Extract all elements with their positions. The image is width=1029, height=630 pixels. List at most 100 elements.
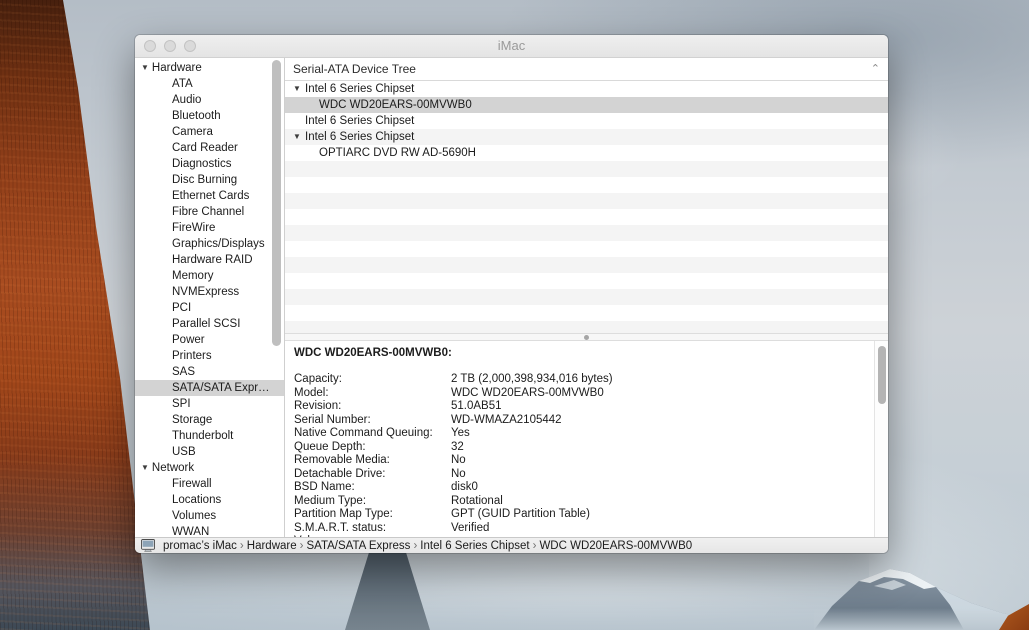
sidebar-scrollbar-thumb[interactable] xyxy=(272,60,281,346)
sidebar-item-camera[interactable]: Camera xyxy=(135,124,284,140)
tree-row-intel-6-series-chipset[interactable]: ▼Intel 6 Series Chipset xyxy=(285,81,888,97)
sidebar-item-thunderbolt[interactable]: Thunderbolt xyxy=(135,428,284,444)
sidebar-item-volumes[interactable]: Volumes xyxy=(135,508,284,524)
sidebar-item-storage[interactable]: Storage xyxy=(135,412,284,428)
tree-empty-row xyxy=(285,177,888,193)
property-label: Native Command Queuing: xyxy=(294,427,451,441)
tree-empty-row xyxy=(285,305,888,321)
zoom-button[interactable] xyxy=(184,40,196,52)
sidebar-group-label: Network xyxy=(152,462,194,474)
tree-row-label: Intel 6 Series Chipset xyxy=(305,131,414,143)
sidebar-item-card-reader[interactable]: Card Reader xyxy=(135,140,284,156)
property-value: No xyxy=(451,468,466,482)
sidebar-group-hardware[interactable]: ▼Hardware xyxy=(135,60,284,76)
pane-splitter[interactable] xyxy=(285,333,888,341)
tree-empty-row xyxy=(285,289,888,305)
property-label: Queue Depth: xyxy=(294,441,451,455)
sidebar-item-audio[interactable]: Audio xyxy=(135,92,284,108)
close-button[interactable] xyxy=(144,40,156,52)
breadcrumb-separator-icon: › xyxy=(300,540,304,552)
breadcrumb-item-sata-sata-express[interactable]: SATA/SATA Express xyxy=(306,540,410,552)
property-value: Verified xyxy=(451,522,489,536)
property-label: Capacity: xyxy=(294,373,451,387)
tree-row-wdc-wd20ears-00mvwb0[interactable]: WDC WD20EARS-00MVWB0 xyxy=(285,97,888,113)
tree-empty-row xyxy=(285,273,888,289)
property-row: Partition Map Type:GPT (GUID Partition T… xyxy=(294,508,862,522)
device-detail-title: WDC WD20EARS-00MVWB0: xyxy=(294,347,862,359)
property-value: disk0 xyxy=(451,481,478,495)
breadcrumb-item-intel-6-series-chipset[interactable]: Intel 6 Series Chipset xyxy=(420,540,529,552)
sidebar-item-firewire[interactable]: FireWire xyxy=(135,220,284,236)
sidebar-item-disc-burning[interactable]: Disc Burning xyxy=(135,172,284,188)
property-label: Model: xyxy=(294,387,451,401)
property-row: Removable Media:No xyxy=(294,454,862,468)
sidebar-item-fibre-channel[interactable]: Fibre Channel xyxy=(135,204,284,220)
breadcrumb-item-wdc-wd20ears-00mvwb0[interactable]: WDC WD20EARS-00MVWB0 xyxy=(539,540,692,552)
sidebar-item-usb[interactable]: USB xyxy=(135,444,284,460)
property-label: BSD Name: xyxy=(294,481,451,495)
property-row: Capacity:2 TB (2,000,398,934,016 bytes) xyxy=(294,373,862,387)
disclosure-triangle-icon[interactable]: ▼ xyxy=(141,60,149,76)
sidebar-group-network[interactable]: ▼Network xyxy=(135,460,284,476)
device-tree-list: ▼ Intel 6 Series Chipset WDC WD20EARS-00MV… xyxy=(285,81,888,333)
property-label: Detachable Drive: xyxy=(294,468,451,482)
sidebar-item-pci[interactable]: PCI xyxy=(135,300,284,316)
tree-row-intel-6-series-chipset[interactable]: Intel 6 Series Chipset xyxy=(285,113,888,129)
sidebar-item-wwan[interactable]: WWAN xyxy=(135,524,284,537)
property-row: Detachable Drive:No xyxy=(294,468,862,482)
tree-row-intel-6-series-chipset[interactable]: ▼ Intel 6 Series Chipset xyxy=(285,129,888,145)
tree-row-optiarc-dvd-rw-ad-5690h[interactable]: OPTIARC DVD RW AD-5690H xyxy=(285,145,888,161)
sidebar-item-power[interactable]: Power xyxy=(135,332,284,348)
property-label: Revision: xyxy=(294,400,451,414)
property-value: WD-WMAZA2105442 xyxy=(451,414,562,428)
sidebar-item-memory[interactable]: Memory xyxy=(135,268,284,284)
breadcrumb-item-promac-s-imac[interactable]: promac’s iMac xyxy=(163,540,237,552)
breadcrumb-separator-icon: › xyxy=(533,540,537,552)
sidebar-list: ▼HardwareATAAudioBluetoothCameraCard Rea… xyxy=(135,58,284,537)
splitter-handle-icon xyxy=(584,335,589,340)
property-row: BSD Name:disk0 xyxy=(294,481,862,495)
device-properties: Capacity:2 TB (2,000,398,934,016 bytes)M… xyxy=(294,373,862,537)
sidebar-item-printers[interactable]: Printers xyxy=(135,348,284,364)
tree-section-title: Serial-ATA Device Tree xyxy=(293,59,416,80)
tree-row-label: Intel 6 Series Chipset xyxy=(305,115,414,127)
sidebar-item-sas[interactable]: SAS xyxy=(135,364,284,380)
property-value: 2 TB (2,000,398,934,016 bytes) xyxy=(451,373,613,387)
traffic-lights xyxy=(144,40,196,52)
detail-scrollbar-thumb[interactable] xyxy=(878,346,886,404)
tree-empty-row xyxy=(285,321,888,333)
property-value: WDC WD20EARS-00MVWB0 xyxy=(451,387,604,401)
sidebar-item-ethernet-cards[interactable]: Ethernet Cards xyxy=(135,188,284,204)
breadcrumb-separator-icon: › xyxy=(240,540,244,552)
system-information-window: iMac ▼HardwareATAAudioBluetoothCameraCar… xyxy=(135,35,888,553)
sidebar-item-sata-sata-expr[interactable]: SATA/SATA Expr… xyxy=(135,380,284,396)
sidebar-item-hardware-raid[interactable]: Hardware RAID xyxy=(135,252,284,268)
property-row: Volumes: xyxy=(294,535,862,537)
collapse-chevron-icon[interactable]: ⌃ xyxy=(871,64,880,75)
window-titlebar[interactable]: iMac xyxy=(135,35,888,58)
property-row: Revision:51.0AB51 xyxy=(294,400,862,414)
sidebar-item-graphics-displays[interactable]: Graphics/Displays xyxy=(135,236,284,252)
disclosure-triangle-icon[interactable]: ▼ xyxy=(293,81,301,97)
wallpaper-snowy-mountain xyxy=(814,552,1029,630)
property-label: Medium Type: xyxy=(294,495,451,509)
sidebar-item-firewall[interactable]: Firewall xyxy=(135,476,284,492)
window-title: iMac xyxy=(135,35,888,57)
sidebar-item-spi[interactable]: SPI xyxy=(135,396,284,412)
breadcrumb-item-hardware[interactable]: Hardware xyxy=(247,540,297,552)
sidebar-item-nvmexpress[interactable]: NVMExpress xyxy=(135,284,284,300)
minimize-button[interactable] xyxy=(164,40,176,52)
detail-scrollbar-track[interactable] xyxy=(874,341,888,537)
tree-empty-row xyxy=(285,241,888,257)
tree-row-label: OPTIARC DVD RW AD-5690H xyxy=(319,147,476,159)
sidebar-item-parallel-scsi[interactable]: Parallel SCSI xyxy=(135,316,284,332)
property-row: Serial Number:WD-WMAZA2105442 xyxy=(294,414,862,428)
sidebar-item-bluetooth[interactable]: Bluetooth xyxy=(135,108,284,124)
sidebar-item-locations[interactable]: Locations xyxy=(135,492,284,508)
sidebar-item-ata[interactable]: ATA xyxy=(135,76,284,92)
disclosure-triangle-icon[interactable]: ▼ xyxy=(293,129,301,145)
tree-row-label: WDC WD20EARS-00MVWB0 xyxy=(319,99,472,111)
sidebar-item-diagnostics[interactable]: Diagnostics xyxy=(135,156,284,172)
disclosure-triangle-icon[interactable]: ▼ xyxy=(141,460,149,476)
property-label: Removable Media: xyxy=(294,454,451,468)
